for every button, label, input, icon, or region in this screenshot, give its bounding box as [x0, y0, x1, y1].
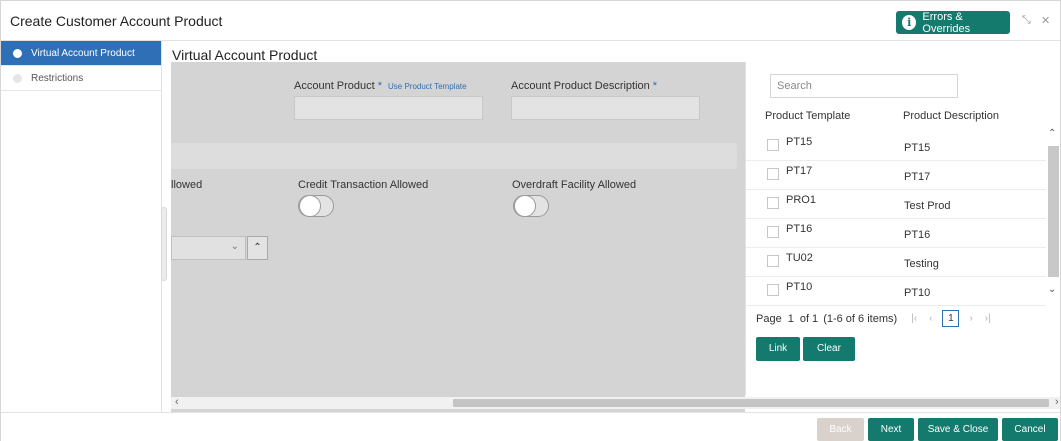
- row-checkbox[interactable]: [767, 168, 779, 180]
- search-input[interactable]: Search: [770, 74, 958, 98]
- next-button[interactable]: Next: [868, 418, 914, 441]
- overdraft-facility-toggle[interactable]: [513, 195, 549, 217]
- page-of-label: of 1: [799, 312, 819, 325]
- table-row[interactable]: PT17 PT17: [746, 161, 1046, 190]
- table-row[interactable]: PT15 PT15: [746, 132, 1046, 161]
- section-header-band: [171, 143, 737, 169]
- page-label: Page: [756, 312, 782, 325]
- sidebar-item-restrictions[interactable]: Restrictions: [1, 66, 161, 91]
- row-template: PT10: [786, 281, 813, 293]
- col-header-product-template: Product Template: [765, 110, 851, 122]
- credit-transaction-toggle[interactable]: [298, 195, 334, 217]
- window-title: Create Customer Account Product: [10, 13, 223, 29]
- chevron-up-icon[interactable]: ⌃: [247, 236, 268, 260]
- main-content: Virtual Account Product Account Product *…: [161, 41, 1060, 428]
- row-checkbox[interactable]: [767, 197, 779, 209]
- row-checkbox[interactable]: [767, 284, 779, 296]
- scrollbar-thumb[interactable]: [453, 399, 1049, 407]
- horizontal-scrollbar[interactable]: ‹ ›: [171, 396, 1060, 409]
- step-icon: [13, 73, 22, 83]
- sidebar-item-label: Virtual Account Product: [31, 47, 135, 59]
- scrollbar-thumb[interactable]: [1048, 146, 1059, 277]
- clear-button[interactable]: Clear: [803, 337, 855, 361]
- row-template: TU02: [786, 252, 813, 264]
- required-mark: *: [377, 80, 382, 92]
- minimize-icon[interactable]: ⤡: [1022, 14, 1031, 27]
- table-row[interactable]: PT16 PT16: [746, 219, 1046, 248]
- row-description: Test Prod: [904, 200, 951, 212]
- row-description: PT16: [904, 229, 931, 241]
- prev-page-icon[interactable]: ‹: [929, 313, 932, 324]
- row-template: PRO1: [786, 194, 816, 206]
- use-product-template-link[interactable]: Use Product Template: [388, 82, 467, 91]
- next-page-icon[interactable]: ›: [969, 313, 972, 324]
- left-scroll-handle[interactable]: [161, 207, 167, 281]
- account-product-description-input[interactable]: [511, 96, 700, 120]
- debit-transaction-allowed-label: llowed: [171, 179, 203, 191]
- row-description: PT15: [904, 142, 931, 154]
- title-bar: Create Customer Account Product i Errors…: [1, 1, 1060, 41]
- scroll-right-icon[interactable]: ›: [1055, 396, 1059, 408]
- product-template-panel: Search Product Template Product Descript…: [745, 62, 1059, 395]
- page-number[interactable]: 1: [788, 313, 794, 325]
- errors-overrides-button[interactable]: i Errors & Overrides: [896, 10, 1010, 35]
- table-row[interactable]: PRO1 Test Prod: [746, 190, 1046, 219]
- row-template: PT17: [786, 165, 813, 177]
- row-checkbox[interactable]: [767, 139, 779, 151]
- table-row[interactable]: TU02 Testing: [746, 248, 1046, 277]
- scroll-left-icon[interactable]: ‹: [175, 396, 179, 408]
- sidebar-item-virtual-account-product[interactable]: Virtual Account Product: [1, 41, 161, 66]
- info-icon: i: [902, 15, 917, 30]
- row-checkbox[interactable]: [767, 226, 779, 238]
- col-header-product-description: Product Description: [903, 110, 999, 122]
- page-title: Virtual Account Product: [172, 47, 318, 63]
- modal-overlay: Account Product * Use Product Template Acc…: [171, 62, 745, 428]
- close-icon[interactable]: ✕: [1041, 14, 1050, 27]
- link-button[interactable]: Link: [756, 337, 800, 361]
- chevron-down-icon[interactable]: ⌄: [1048, 284, 1056, 295]
- row-description: Testing: [904, 258, 939, 270]
- account-product-input[interactable]: [294, 96, 483, 120]
- save-close-button[interactable]: Save & Close: [918, 418, 998, 441]
- pagination: Page 1 of 1 (1-6 of 6 items) |‹ ‹ 1 › ›|: [756, 310, 997, 327]
- toggle-knob: [299, 195, 321, 217]
- current-page-button[interactable]: 1: [942, 310, 960, 327]
- active-step-icon: [13, 48, 22, 58]
- last-page-icon[interactable]: ›|: [985, 313, 991, 324]
- toggle-knob: [514, 195, 536, 217]
- footer-bar: Back Next Save & Close Cancel: [1, 412, 1060, 441]
- row-template: PT16: [786, 223, 813, 235]
- create-customer-account-product-window: Create Customer Account Product i Errors…: [0, 0, 1061, 441]
- cancel-button[interactable]: Cancel: [1002, 418, 1058, 441]
- row-template: PT15: [786, 136, 813, 148]
- row-description: PT10: [904, 287, 931, 299]
- account-product-description-label-text: Account Product Description: [511, 80, 650, 92]
- overdraft-facility-allowed-label: Overdraft Facility Allowed: [512, 179, 637, 191]
- table-row[interactable]: PT10 PT10: [746, 277, 1046, 306]
- row-description: PT17: [904, 171, 931, 183]
- account-product-description-label: Account Product Description *: [511, 80, 657, 92]
- credit-transaction-allowed-label: Credit Transaction Allowed: [298, 179, 429, 191]
- account-product-label-text: Account Product: [294, 80, 375, 92]
- sidebar-item-label: Restrictions: [31, 72, 84, 84]
- dropdown-select[interactable]: ⌄: [171, 236, 246, 260]
- errors-overrides-label: Errors & Overrides: [922, 10, 971, 35]
- chevron-up-icon[interactable]: ⌃: [1048, 128, 1056, 139]
- table-scrollbar[interactable]: ⌃ ⌄: [1047, 122, 1059, 297]
- sidebar: Virtual Account Product Restrictions: [1, 41, 162, 412]
- account-product-label: Account Product * Use Product Template: [294, 80, 467, 92]
- items-count: (1-6 of 6 items): [823, 312, 898, 325]
- first-page-icon[interactable]: |‹: [911, 313, 917, 324]
- required-mark: *: [652, 80, 658, 92]
- back-button[interactable]: Back: [817, 418, 864, 441]
- row-checkbox[interactable]: [767, 255, 779, 267]
